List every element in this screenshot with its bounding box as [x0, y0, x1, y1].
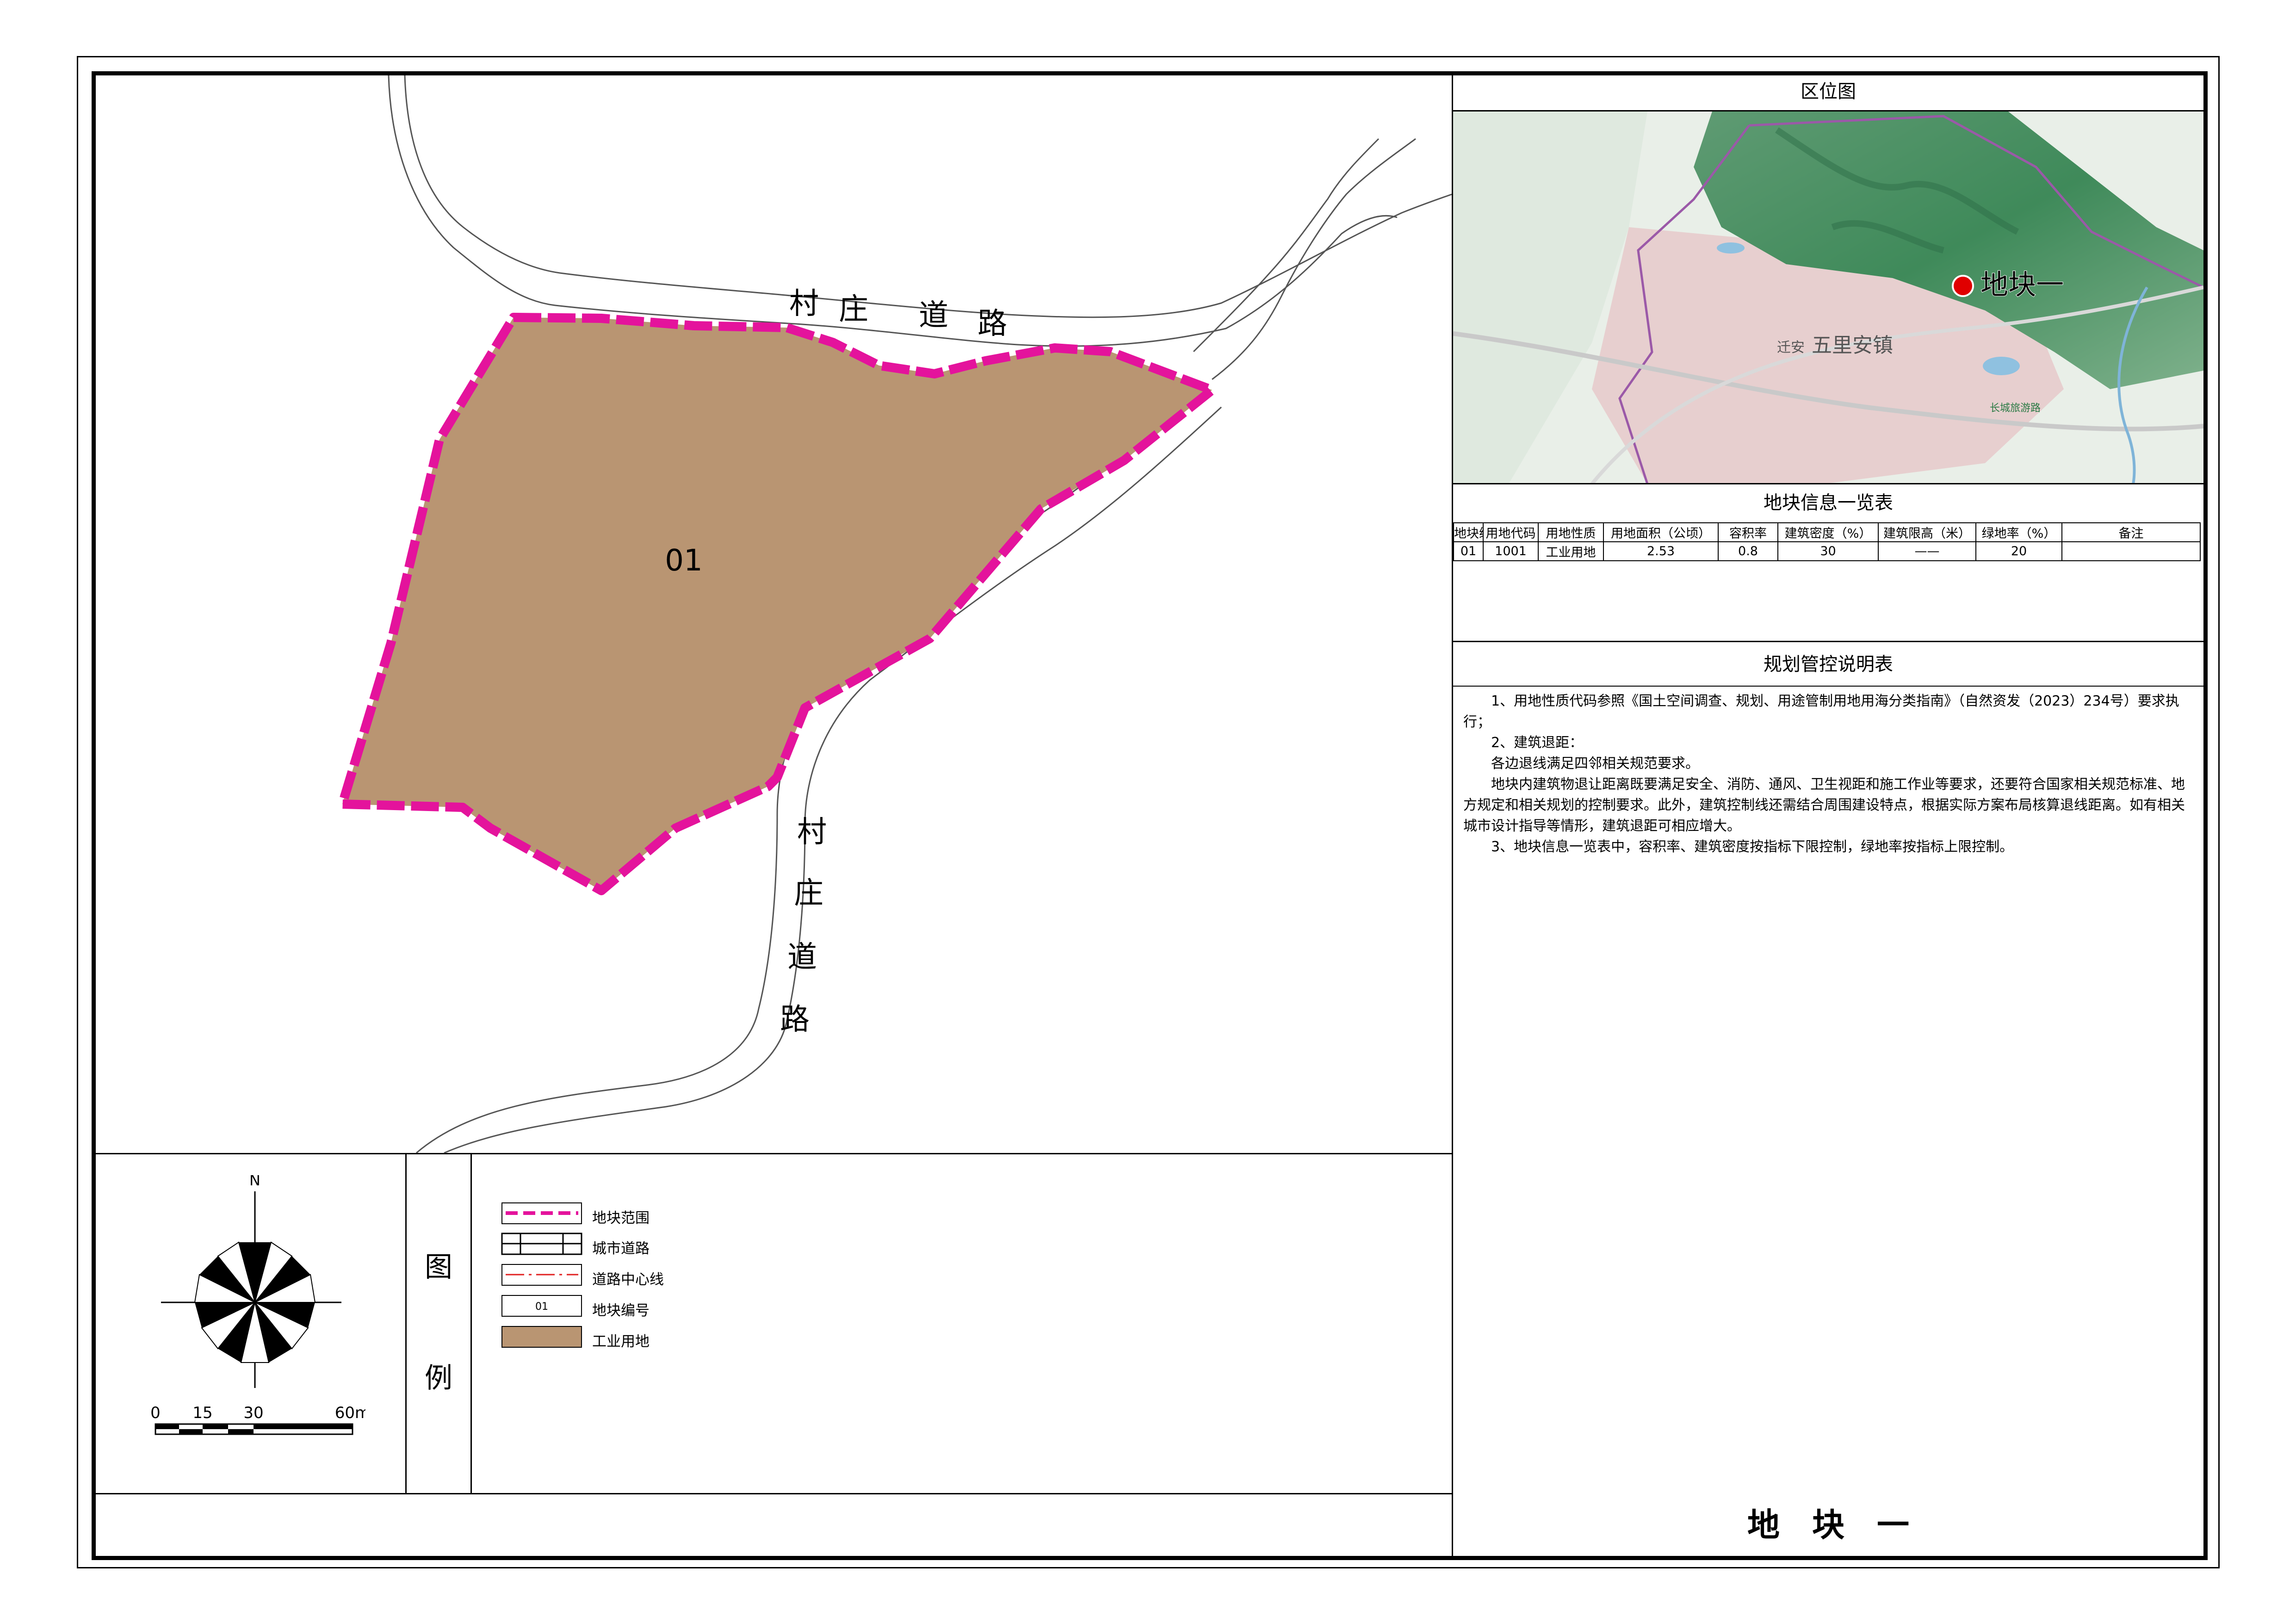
location-map-panel: 区位图 五里安镇 长城旅游路 迁安 地块一 — [1453, 75, 2203, 484]
sheet-title: 地 块 一 — [1747, 1506, 1909, 1544]
road-label-south-char: 庄 — [794, 876, 823, 911]
location-label-road: 长城旅游路 — [1990, 403, 2041, 414]
bottom-strip-line — [92, 1493, 1453, 1494]
scale-tick-label: 60m — [335, 1404, 365, 1422]
road-label-north-char: 道 — [919, 298, 948, 333]
legend-swatch-industrial — [501, 1326, 582, 1348]
location-label-city: 迁安 — [1777, 340, 1805, 356]
road-label-north-char: 庄 — [839, 292, 868, 327]
note-paragraph: 2、建筑退距： — [1491, 735, 1584, 751]
legend-number-sample: 01 — [535, 1301, 548, 1313]
info-header-cell: 容积率 — [1718, 522, 1778, 542]
info-cell: 30 — [1777, 541, 1879, 561]
north-label: N — [249, 1175, 260, 1189]
info-header-cell: 地块编号 — [1453, 522, 1484, 542]
legend-label-number: 地块编号 — [592, 1302, 650, 1319]
info-table-section: 地块信息一览表 地块编号 用地代码 用地性质 用地面积（公顷） 容积率 建筑密度… — [1453, 483, 2203, 645]
control-notes-top-line — [1453, 641, 2203, 642]
road-label-north-char: 路 — [978, 307, 1007, 341]
road-label-south-char: 路 — [780, 1003, 810, 1037]
control-notes-section: 规划管控说明表 1、用地性质代码参照《国土空间调查、规划、用途管制用地用海分类指… — [1453, 641, 2203, 1381]
note-paragraph: 地块内建筑物退让距离既要满足安全、消防、通风、卫生视距和施工作业等要求，还要符合… — [1463, 776, 2185, 834]
info-header-cell: 用地性质 — [1538, 522, 1604, 542]
info-cell: —— — [1878, 541, 1976, 561]
info-header-cell: 备注 — [2061, 522, 2201, 542]
road-label-north-char: 村 — [789, 287, 819, 321]
map-bottom-line — [92, 1153, 1453, 1154]
scale-bar: 0 15 30 60m — [148, 1400, 370, 1441]
location-label-town: 五里安镇 — [1812, 334, 1893, 357]
legend-title-char: 例 — [425, 1362, 452, 1394]
note-paragraph: 各边退线满足四邻相关规范要求。 — [1491, 756, 1699, 772]
info-table-top-line — [1453, 483, 2203, 484]
legend-label-boundary: 地块范围 — [592, 1210, 650, 1227]
info-table-row: 01 1001 工业用地 2.53 0.8 30 —— 20 — [1453, 541, 2201, 561]
site-marker[interactable] — [1952, 275, 1974, 297]
north-arrow: N — [153, 1171, 347, 1393]
info-cell — [2061, 541, 2201, 561]
info-cell: 2.53 — [1603, 541, 1719, 561]
parcel-number-label: 01 — [665, 544, 702, 578]
lake — [1717, 242, 1745, 254]
location-map[interactable]: 五里安镇 长城旅游路 迁安 地块一 — [1453, 112, 2203, 484]
info-header-cell: 用地代码 — [1483, 522, 1539, 542]
village-road-branch-edge-2 — [1212, 138, 1416, 380]
info-header-cell: 建筑密度（%） — [1777, 522, 1879, 542]
legend-title: 图 例 — [407, 1231, 470, 1406]
control-notes-title: 规划管控说明表 — [1764, 654, 1893, 675]
info-cell: 01 — [1453, 541, 1484, 561]
info-table: 地块编号 用地代码 用地性质 用地面积（公顷） 容积率 建筑密度（%） 建筑限高… — [1453, 522, 2201, 561]
info-cell: 20 — [1975, 541, 2062, 561]
main-map[interactable]: 01 村 庄 道 路 村 庄 道 路 — [96, 75, 1452, 1153]
scale-seg-black — [228, 1429, 254, 1434]
legend-label-industrial: 工业用地 — [592, 1333, 650, 1350]
info-header-cell: 建筑限高（米） — [1878, 522, 1976, 542]
info-cell: 1001 — [1483, 541, 1539, 561]
lake — [1983, 357, 2020, 375]
road-label-south-char: 道 — [787, 940, 817, 974]
info-header-cell: 绿地率（%） — [1975, 522, 2062, 542]
legend-divider-2 — [470, 1153, 472, 1494]
legend-label-centerline: 道路中心线 — [592, 1271, 664, 1288]
info-table-header-row: 地块编号 用地代码 用地性质 用地面积（公顷） 容积率 建筑密度（%） 建筑限高… — [1453, 522, 2201, 542]
scale-seg-black — [254, 1424, 353, 1429]
scale-tick-label: 15 — [192, 1404, 212, 1422]
location-map-title: 区位图 — [1801, 81, 1856, 102]
legend-items: 01 地块范围 城市道路 道路中心线 地块编号 工业用地 — [500, 1196, 777, 1363]
note-paragraph: 3、地块信息一览表中，容积率、建筑密度按指标下限控制，绿地率按指标上限控制。 — [1491, 839, 2014, 855]
road-label-south: 村 庄 道 路 — [780, 815, 827, 1037]
info-table-title: 地块信息一览表 — [1764, 492, 1893, 514]
control-notes-body: 1、用地性质代码参照《国土空间调查、规划、用途管制用地用海分类指南》（自然资发（… — [1463, 691, 2194, 857]
legend-title-char: 图 — [425, 1251, 452, 1283]
legend-label-road: 城市道路 — [592, 1240, 650, 1257]
info-cell: 0.8 — [1718, 541, 1778, 561]
scale-tick-label: 0 — [150, 1404, 161, 1422]
compass-rose — [194, 1241, 316, 1363]
note-paragraph: 1、用地性质代码参照《国土空间调查、规划、用途管制用地用海分类指南》（自然资发（… — [1463, 693, 2179, 730]
site-marker-label: 地块一 — [1980, 269, 2064, 301]
village-road-north-edge-2 — [404, 75, 1452, 318]
info-header-cell: 用地面积（公顷） — [1603, 522, 1719, 542]
info-cell: 工业用地 — [1538, 541, 1604, 561]
scale-seg-black — [203, 1424, 228, 1429]
scale-tick-label: 30 — [243, 1404, 263, 1422]
control-notes-title-line — [1453, 686, 2203, 687]
village-road-branch-edge-1 — [1193, 138, 1380, 353]
scale-seg-black — [179, 1429, 203, 1434]
road-label-south-char: 村 — [797, 815, 827, 849]
main-map-svg: 01 村 庄 道 路 村 庄 道 路 — [338, 75, 1452, 1153]
scale-seg-black — [155, 1424, 179, 1429]
